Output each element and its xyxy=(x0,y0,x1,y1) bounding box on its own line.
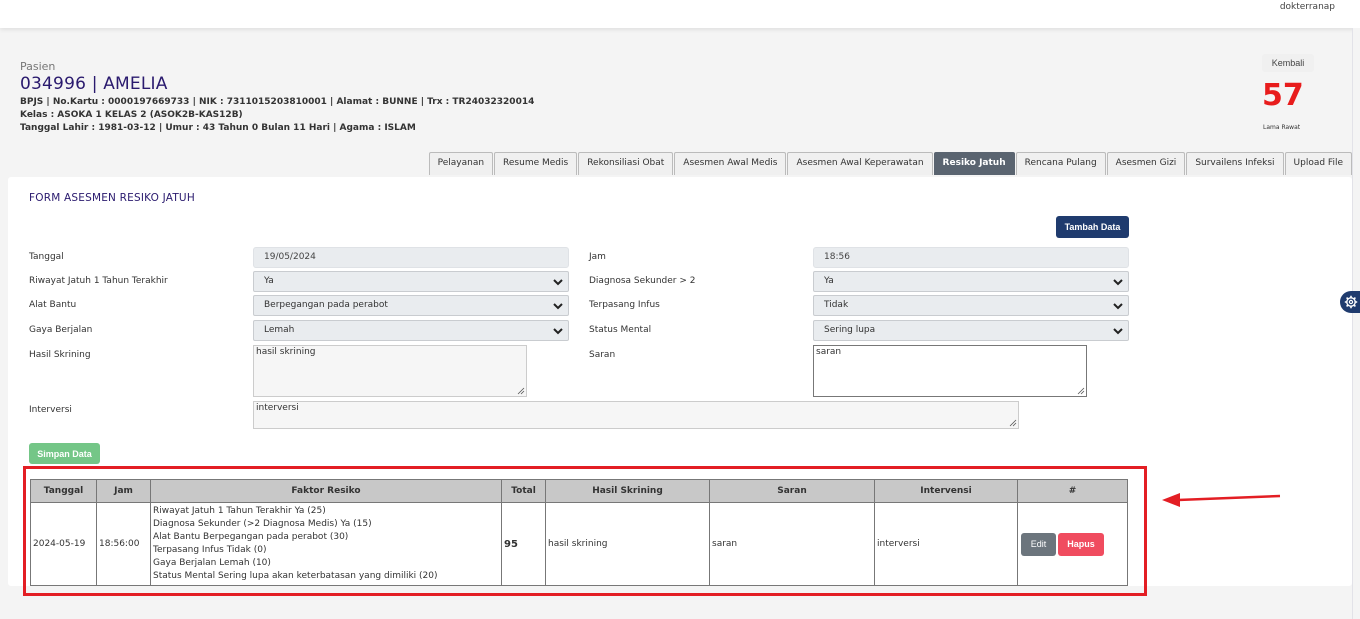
annotation-highlight-box xyxy=(23,466,1147,596)
tab-pelayanan[interactable]: Pelayanan xyxy=(428,152,494,175)
riwayat-jatuh-value: Ya xyxy=(264,276,274,286)
saran-label: Saran xyxy=(589,350,616,360)
gaya-berjalan-value: Lemah xyxy=(264,325,295,335)
chevron-down-icon xyxy=(553,328,563,335)
tab-asesmen-awal-keperawatan[interactable]: Asesmen Awal Keperawatan xyxy=(787,152,933,175)
patient-insurance-line: BPJS | No.Kartu : 0000197669733 | NIK : … xyxy=(20,97,535,107)
top-navbar: dokterranap xyxy=(0,0,1360,28)
hasil-skrining-textarea[interactable]: hasil skrining xyxy=(253,345,527,397)
status-mental-label: Status Mental xyxy=(589,325,652,335)
diagnosa-sekunder-label: Diagnosa Sekunder > 2 xyxy=(589,276,696,286)
tab-upload-file[interactable]: Upload File xyxy=(1284,152,1352,175)
tanggal-label: Tanggal xyxy=(29,252,64,262)
intervensi-textarea[interactable]: interversi xyxy=(253,401,1019,429)
alat-bantu-value: Berpegangan pada perabot xyxy=(264,300,388,310)
alat-bantu-select[interactable]: Berpegangan pada perabot xyxy=(253,295,569,316)
tab-rencana-pulang[interactable]: Rencana Pulang xyxy=(1015,152,1106,175)
tab-asesmen-gizi[interactable]: Asesmen Gizi xyxy=(1106,152,1186,175)
tab-resume-medis[interactable]: Resume Medis xyxy=(494,152,578,175)
form-title: FORM ASESMEN RESIKO JATUH xyxy=(29,192,195,204)
status-mental-value: Sering lupa xyxy=(824,325,876,335)
tab-asesmen-awal-medis[interactable]: Asesmen Awal Medis xyxy=(674,152,787,175)
chevron-down-icon xyxy=(1113,279,1123,286)
intervensi-label: Interversi xyxy=(29,405,72,415)
diagnosa-sekunder-value: Ya xyxy=(824,276,834,286)
chevron-down-icon xyxy=(1113,303,1123,310)
chevron-down-icon xyxy=(553,279,563,286)
length-of-stay-value: 57 xyxy=(1262,78,1304,113)
saran-textarea[interactable]: saran xyxy=(813,345,1087,397)
resize-handle-icon[interactable] xyxy=(1077,387,1085,395)
tab-rekonsiliasi-obat[interactable]: Rekonsiliasi Obat xyxy=(578,152,674,175)
patient-class-line: Kelas : ASOKA 1 KELAS 2 (ASOK2B-KAS12B) xyxy=(20,110,243,120)
gaya-berjalan-label: Gaya Berjalan xyxy=(29,325,93,335)
settings-toggle[interactable] xyxy=(1340,291,1360,313)
chevron-down-icon xyxy=(553,303,563,310)
terpasang-infus-select[interactable]: Tidak xyxy=(813,295,1129,316)
patient-label: Pasien xyxy=(20,60,56,73)
page-scrollbar[interactable] xyxy=(1352,28,1360,619)
riwayat-jatuh-label: Riwayat Jatuh 1 Tahun Terakhir xyxy=(29,276,168,286)
resize-handle-icon[interactable] xyxy=(1009,419,1017,427)
gaya-berjalan-select[interactable]: Lemah xyxy=(253,320,569,341)
annotation-arrow-icon xyxy=(1162,493,1281,507)
hasil-skrining-value: hasil skrining xyxy=(256,347,316,357)
length-of-stay-label: Lama Rawat xyxy=(1263,124,1301,131)
patient-birth-line: Tanggal Lahir : 1981-03-12 | Umur : 43 T… xyxy=(20,123,416,133)
save-data-button[interactable]: Simpan Data xyxy=(29,443,100,464)
tanggal-input[interactable]: 19/05/2024 xyxy=(253,247,569,268)
back-button[interactable]: Kembali xyxy=(1262,54,1314,72)
status-mental-select[interactable]: Sering lupa xyxy=(813,320,1129,341)
patient-title: 034996 | AMELIA xyxy=(20,74,168,94)
add-data-button[interactable]: Tambah Data xyxy=(1056,216,1129,238)
saran-value: saran xyxy=(816,347,842,357)
tab-bar: Pelayanan Resume Medis Rekonsiliasi Obat… xyxy=(428,152,1352,175)
terpasang-infus-label: Terpasang Infus xyxy=(589,300,660,310)
alat-bantu-label: Alat Bantu xyxy=(29,300,77,310)
chevron-down-icon xyxy=(1113,328,1123,335)
tab-survailens-infeksi[interactable]: Survailens Infeksi xyxy=(1186,152,1284,175)
jam-input[interactable]: 18:56 xyxy=(813,247,1129,268)
intervensi-value: interversi xyxy=(256,403,299,413)
gear-icon xyxy=(1344,295,1358,309)
diagnosa-sekunder-select[interactable]: Ya xyxy=(813,271,1129,292)
jam-label: Jam xyxy=(589,252,606,262)
hasil-skrining-label: Hasil Skrining xyxy=(29,350,91,360)
terpasang-infus-value: Tidak xyxy=(824,300,849,310)
riwayat-jatuh-select[interactable]: Ya xyxy=(253,271,569,292)
user-menu[interactable]: dokterranap xyxy=(1280,2,1335,12)
resize-handle-icon[interactable] xyxy=(517,387,525,395)
patient-info: Pasien 034996 | AMELIA BPJS | No.Kartu :… xyxy=(20,60,534,133)
tab-resiko-jatuh[interactable]: Resiko Jatuh xyxy=(933,152,1015,175)
